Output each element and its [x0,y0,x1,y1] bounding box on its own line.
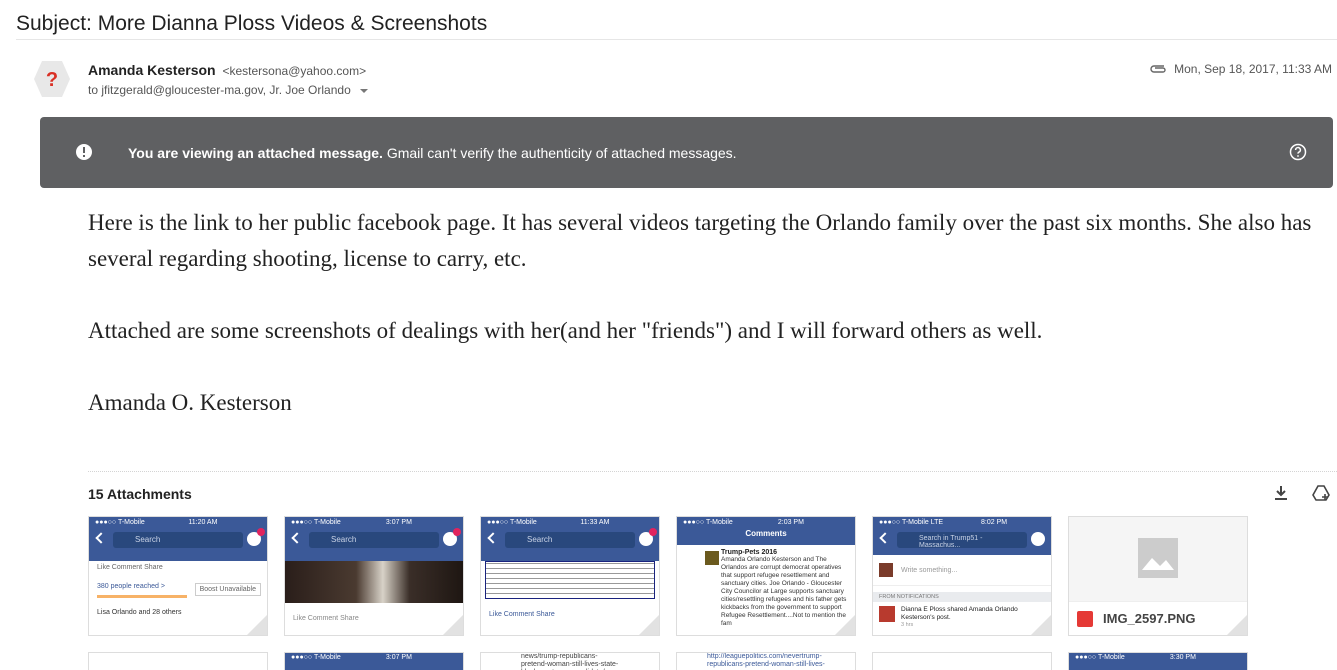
banner-bold-text: You are viewing an attached message. [128,145,383,161]
body-paragraph-1: Here is the link to her public facebook … [88,210,1312,271]
unknown-sender-icon: ? [34,61,70,97]
attachment-thumbnails-row-1: ●●●○○ T-Mobile 11:20 AM Search Like Comme… [88,516,1248,636]
attachment-thumbnail[interactable]: ●●●○○ T-Mobile 3:07 PM Search Like Commen… [284,516,464,636]
attachments-actions [1271,484,1331,502]
sender-name[interactable]: Amanda Kesterson [88,62,216,78]
video-frame-image [285,561,463,603]
fb-header: ●●●○○ T-Mobile 3:07 PM Search [285,517,463,561]
add-to-drive-icon[interactable] [1311,484,1331,502]
attachment-thumbnail[interactable]: ●●●○○ T-Mobile LTE 8:02 PM Search in Trum… [872,516,1052,636]
message-date: Mon, Sep 18, 2017, 11:33 AM [1174,62,1332,76]
attachment-thumbnail[interactable]: http://leaguepolitics.com/nevertrump-rep… [676,652,856,670]
image-placeholder-icon [1138,538,1178,578]
recipients-text: to jfitzgerald@gloucester-ma.gov, Jr. Jo… [88,83,351,97]
attachment-thumbnail[interactable]: ●●●○○ T-Mobile 3:07 PM [284,652,464,670]
attachment-thumbnails-row-2: ●●●○○ T-Mobile 3:07 PM news/trump-republi… [88,652,1248,670]
warning-icon [76,144,92,160]
subject-divider [16,39,1337,40]
attachment-thumbnail[interactable]: ●●●○○ T-Mobile 2:03 PM Comments Trump-Pet… [676,516,856,636]
commenter-avatar [705,551,719,565]
fb-header: ●●●○○ T-Mobile 11:20 AM Search [89,517,267,561]
attachment-file-label: IMG_2597.PNG [1069,601,1247,635]
messenger-icon [1031,532,1045,546]
fb-header: ●●●○○ T-Mobile LTE 8:02 PM Search in Trum… [873,517,1051,555]
user-avatar [879,563,893,577]
recipients-line[interactable]: to jfitzgerald@gloucester-ma.gov, Jr. Jo… [88,83,369,97]
sender-line: Amanda Kesterson <kestersona@yahoo.com> [88,62,366,78]
sender-avatar[interactable]: ? [32,59,72,99]
body-signature: Amanda O. Kesterson [88,390,292,415]
email-subject: Subject: More Dianna Ploss Videos & Scre… [16,12,488,35]
banner-rest-text: Gmail can't verify the authenticity of a… [382,145,737,161]
paperclip-icon [1150,65,1166,73]
table-image [485,561,655,599]
attached-message-banner: You are viewing an attached message. Gma… [40,117,1333,188]
back-icon [487,532,499,544]
download-all-icon[interactable] [1271,484,1291,502]
attachment-thumbnail[interactable]: ●●●○○ T-Mobile 11:20 AM Search Like Comme… [88,516,268,636]
attachment-thumbnail[interactable]: news/trump-republicans-pretend-woman-sti… [480,652,660,670]
attachments-title: 15 Attachments [88,486,192,502]
banner-text: You are viewing an attached message. Gma… [128,145,737,161]
user-avatar [879,606,895,622]
help-icon[interactable] [1289,143,1307,161]
attachments-divider [88,471,1337,472]
svg-text:?: ? [46,69,58,91]
image-file-icon [1077,610,1093,627]
back-icon [291,532,303,544]
attachment-thumbnail[interactable]: IMG_2597.PNG [1068,516,1248,636]
sender-email: <kestersona@yahoo.com> [222,64,367,78]
body-paragraph-2: Attached are some screenshots of dealing… [88,318,1043,343]
attachment-thumbnail[interactable] [88,652,268,670]
back-icon [95,532,107,544]
attachment-thumbnail[interactable]: ●●●○○ T-Mobile 11:33 AM Search Like Comme… [480,516,660,636]
date-line: Mon, Sep 18, 2017, 11:33 AM [1148,62,1332,76]
show-details-chevron-icon[interactable] [360,88,369,93]
fb-header: ●●●○○ T-Mobile 11:33 AM Search [481,517,659,561]
attachment-thumbnail[interactable]: ●●●○○ T-Mobile 3:30 PM [1068,652,1248,670]
attachment-filename: IMG_2597.PNG [1103,611,1196,626]
attachment-thumbnail[interactable] [872,652,1052,670]
fb-comments-header: ●●●○○ T-Mobile 2:03 PM Comments [677,517,855,545]
message-body: Here is the link to her public facebook … [88,205,1318,457]
back-icon [879,532,891,544]
